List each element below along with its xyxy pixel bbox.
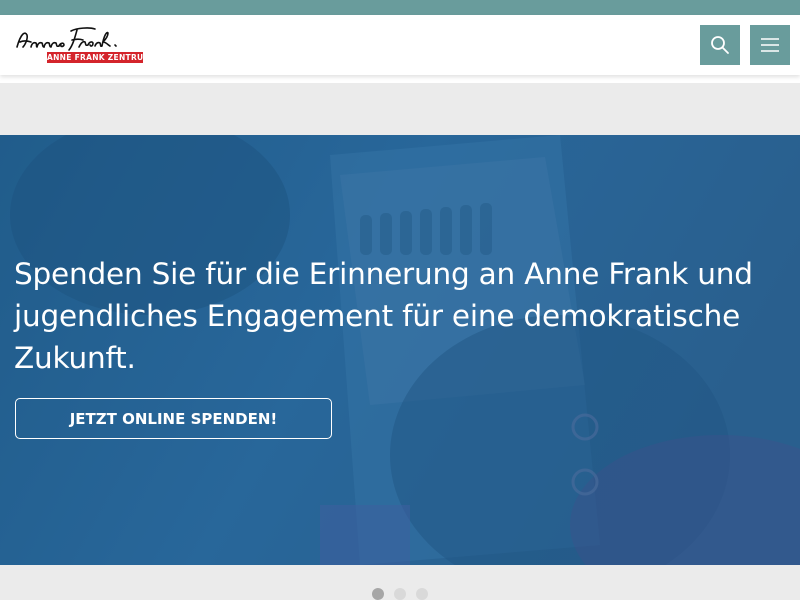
carousel-dot-2[interactable] xyxy=(394,588,406,600)
anne-frank-zentrum-logo[interactable]: ANNE FRANK ZENTRUM xyxy=(15,25,152,65)
donate-online-button[interactable]: JETZT ONLINE SPENDEN! xyxy=(15,398,332,439)
hamburger-menu-icon xyxy=(761,38,779,52)
hero-banner: Spenden Sie für die Erinnerung an Anne F… xyxy=(0,135,800,565)
site-header: ANNE FRANK ZENTRUM xyxy=(0,15,800,75)
hero-headline: Spenden Sie für die Erinnerung an Anne F… xyxy=(14,257,753,375)
carousel-dot-3[interactable] xyxy=(416,588,428,600)
search-icon xyxy=(711,36,729,54)
anne-frank-signature-logo xyxy=(16,27,117,51)
header-spacer-band xyxy=(0,83,800,135)
logo-badge: ANNE FRANK ZENTRUM xyxy=(47,52,152,63)
top-accent-bar xyxy=(0,0,800,15)
menu-button[interactable] xyxy=(750,25,790,65)
carousel-pagination xyxy=(372,588,432,600)
carousel-dot-1[interactable] xyxy=(372,588,384,600)
search-button[interactable] xyxy=(700,25,740,65)
